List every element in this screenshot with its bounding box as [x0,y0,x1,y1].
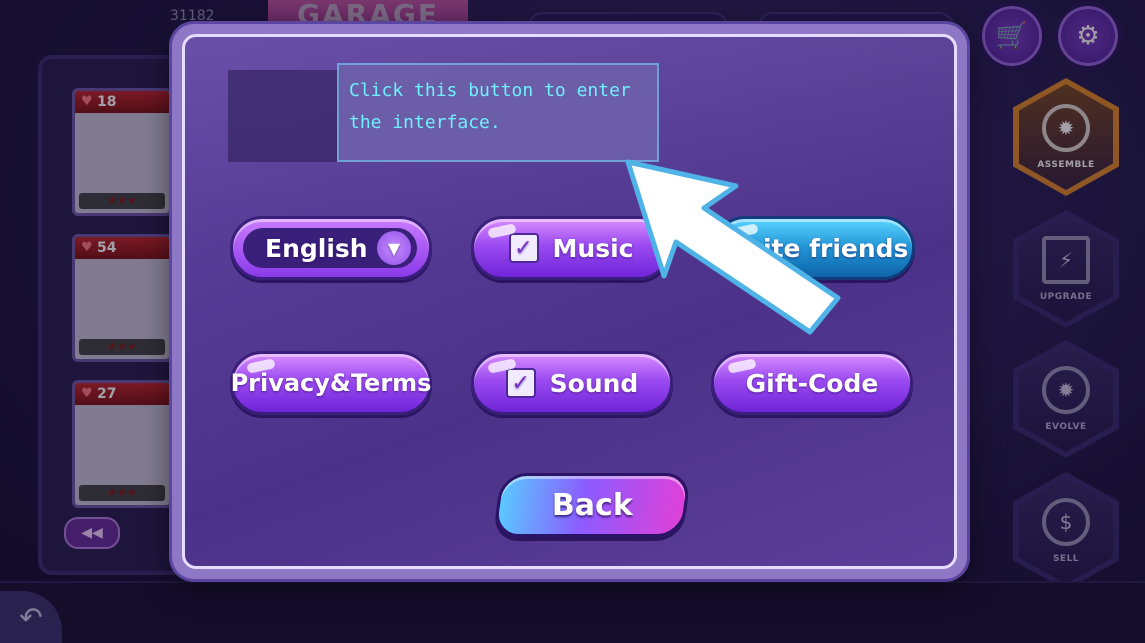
checkbox-checked-icon: ✓ [508,233,539,263]
back-button[interactable]: Back [492,473,692,537]
language-select[interactable]: English ▼ [230,216,432,280]
tutorial-tip: Click this button to enter the interface… [337,63,659,162]
tip-shadow [228,70,340,162]
language-value: English [265,233,368,263]
pointer-arrow-icon [625,159,841,335]
sound-toggle[interactable]: ✓ Sound [471,351,673,415]
privacy-label: Privacy&Terms [230,369,432,397]
chevron-down-icon: ▼ [377,231,411,265]
checkbox-checked-icon: ✓ [505,368,536,398]
privacy-terms-button[interactable]: Privacy&Terms [230,351,432,415]
back-label: Back [551,487,633,523]
sound-label: Sound [549,368,639,398]
gift-code-label: Gift-Code [745,368,879,398]
gift-code-button[interactable]: Gift-Code [711,351,913,415]
tip-line: the interface. [349,112,501,133]
tip-line: Click this button to enter [349,80,631,101]
